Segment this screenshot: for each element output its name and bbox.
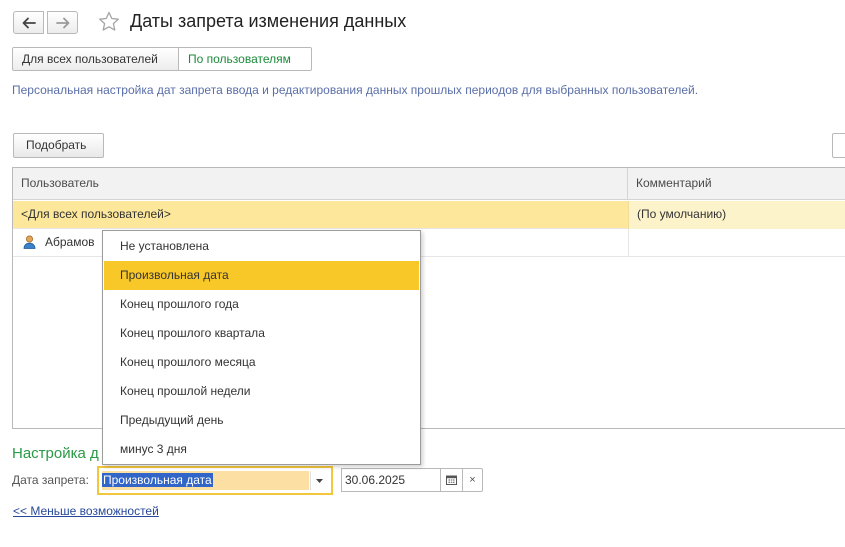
cell-comment: (По умолчанию) (628, 201, 845, 229)
arrow-left-icon (22, 17, 36, 28)
cell-user: <Для всех пользователей> (21, 207, 171, 221)
cell-comment (628, 229, 845, 257)
dropdown-option[interactable]: Предыдущий день (104, 406, 419, 435)
column-header-comment[interactable]: Комментарий (628, 168, 845, 200)
tab-all-users[interactable]: Для всех пользователей (12, 47, 179, 71)
table-header: Пользователь Комментарий (13, 168, 845, 200)
arrow-right-icon (55, 17, 69, 28)
settings-title: Настройка д (12, 445, 99, 462)
date-input[interactable]: 30.06.2025 (341, 468, 441, 492)
chevron-down-icon (316, 478, 323, 483)
date-kind-select[interactable]: Произвольная дата (97, 466, 333, 495)
dropdown-option[interactable]: Не установлена (104, 232, 419, 261)
calendar-button[interactable] (441, 468, 463, 492)
toolbar-more-button[interactable] (832, 133, 845, 158)
dropdown-option[interactable]: минус 3 дня (104, 435, 419, 464)
pick-button[interactable]: Подобрать (13, 133, 104, 158)
date-kind-value: Произвольная дата (102, 473, 213, 487)
clear-button[interactable]: × (462, 468, 483, 492)
date-kind-dropdown: Не установлена Произвольная дата Конец п… (102, 230, 421, 465)
column-header-user[interactable]: Пользователь (13, 168, 628, 200)
close-icon: × (469, 474, 476, 486)
dropdown-option[interactable]: Конец прошлого месяца (104, 348, 419, 377)
tab-by-users[interactable]: По пользователям (178, 47, 312, 71)
forward-button[interactable] (47, 11, 78, 34)
back-button[interactable] (13, 11, 44, 34)
date-kind-value-box: Произвольная дата (102, 471, 309, 490)
less-options-link[interactable]: << Меньше возможностей (13, 504, 159, 518)
dropdown-option[interactable]: Конец прошлого года (104, 290, 419, 319)
star-icon (99, 11, 119, 31)
description-text: Персональная настройка дат запрета ввода… (12, 83, 699, 97)
dropdown-toggle[interactable] (310, 471, 328, 490)
favorite-button[interactable] (97, 10, 121, 37)
dropdown-option[interactable]: Конец прошлой недели (104, 377, 419, 406)
page-title: Даты запрета изменения данных (130, 11, 407, 31)
calendar-icon (446, 475, 457, 485)
dropdown-option[interactable]: Конец прошлого квартала (104, 319, 419, 348)
table-row[interactable]: <Для всех пользователей> (По умолчанию) (13, 201, 845, 229)
prohibition-date-label: Дата запрета: (12, 473, 89, 487)
dropdown-option[interactable]: Произвольная дата (104, 261, 419, 290)
